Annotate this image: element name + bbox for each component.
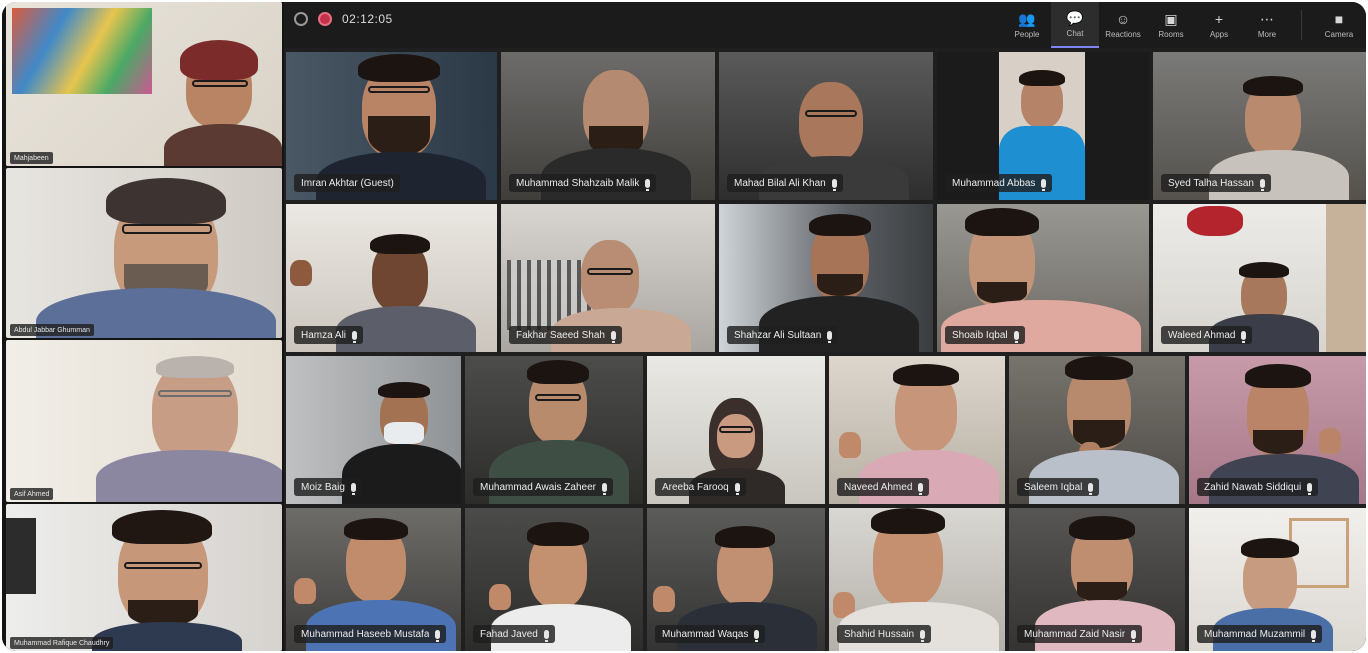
participant-tile[interactable]: Mahjabeen <box>6 2 282 166</box>
mic-icon <box>1041 178 1047 191</box>
apps-button[interactable]: + Apps <box>1195 2 1243 48</box>
pinned-participants-panel: Mahjabeen Abdul Jabbar Ghumman Asif Ahme… <box>2 2 284 651</box>
mic-icon <box>754 629 760 642</box>
mic-icon <box>1241 330 1247 343</box>
participant-tile[interactable]: Asif Ahmed <box>6 340 282 502</box>
chat-button[interactable]: 💬 Chat <box>1051 2 1099 48</box>
participant-tile[interactable]: Muhammad Zaid Nasir <box>1009 508 1185 651</box>
toolbar-divider <box>1301 10 1302 40</box>
mic-icon <box>831 178 837 191</box>
participant-tile[interactable]: Syed Talha Hassan <box>1153 52 1366 200</box>
mic-icon <box>920 629 926 642</box>
participant-tile[interactable]: Fakhar Saeed Shah <box>501 204 715 352</box>
participant-name-tag: Muhammad Waqas <box>655 625 766 643</box>
participant-name-tag: Shahzar Ali Sultaan <box>727 326 839 344</box>
participant-name-tag: Zahid Nawab Siddiqui <box>1197 478 1319 496</box>
participant-name-tag: Muhammad Zaid Nasir <box>1017 625 1143 643</box>
mic-icon <box>1013 330 1019 343</box>
participant-name-tag: Muhammad Awais Zaheer <box>473 478 613 496</box>
participant-name-tag: Muhammad Rafique Chaudhry <box>10 637 114 649</box>
participant-name-tag: Hamza Ali <box>294 326 364 344</box>
participant-tile[interactable]: Shahid Hussain <box>829 508 1005 651</box>
more-icon: ⋯ <box>1260 10 1274 27</box>
apps-icon: + <box>1214 10 1224 27</box>
mic-icon <box>1088 482 1094 495</box>
chat-icon: 💬 <box>1066 9 1084 26</box>
participant-tile[interactable]: Shoaib Iqbal <box>937 204 1149 352</box>
recording-icon <box>318 12 332 26</box>
participant-name-tag: Naveed Ahmed <box>837 478 930 496</box>
participant-name-tag: Mahad Bilal Ali Khan <box>727 174 843 192</box>
camera-icon: ■ <box>1334 10 1344 27</box>
participant-tile[interactable]: Moiz Baig <box>286 356 461 504</box>
participant-tile[interactable]: Muhammad Abbas <box>937 52 1149 200</box>
participant-tile[interactable]: Imran Akhtar (Guest) <box>286 52 497 200</box>
mic-icon <box>918 482 924 495</box>
mic-icon <box>1131 629 1137 642</box>
participant-name-tag: Fahad Javed <box>473 625 555 643</box>
participant-tile[interactable]: Muhammad Haseeb Mustafa <box>286 508 461 651</box>
participant-tile[interactable]: Hamza Ali <box>286 204 497 352</box>
mic-icon <box>1259 178 1265 191</box>
participant-name-tag: Asif Ahmed <box>10 488 54 500</box>
participant-name-tag: Shahid Hussain <box>837 625 932 643</box>
reactions-icon: ☺ <box>1115 10 1131 27</box>
participant-tile[interactable]: Zahid Nawab Siddiqui <box>1189 356 1366 504</box>
participant-tile[interactable]: Waleed Ahmad <box>1153 204 1366 352</box>
participant-tile[interactable]: Mahad Bilal Ali Khan <box>719 52 933 200</box>
participant-tile[interactable]: Naveed Ahmed <box>829 356 1005 504</box>
mic-icon <box>827 330 833 343</box>
participant-name-tag: Imran Akhtar (Guest) <box>294 174 400 192</box>
participant-tile[interactable]: Abdul Jabbar Ghumman <box>6 168 282 338</box>
participant-tile[interactable]: Muhammad Shahzaib Malik <box>501 52 715 200</box>
participant-name-tag: Syed Talha Hassan <box>1161 174 1271 192</box>
participant-name-tag: Moiz Baig <box>294 478 362 496</box>
reactions-button[interactable]: ☺ Reactions <box>1099 2 1147 48</box>
people-button[interactable]: 👥 People <box>1003 2 1051 48</box>
participant-name-tag: Areeba Farooq <box>655 478 746 496</box>
participant-name-tag: Muhammad Abbas <box>945 174 1053 192</box>
participant-name-tag: Muhammad Shahzaib Malik <box>509 174 657 192</box>
participant-tile[interactable]: Muhammad Awais Zaheer <box>465 356 643 504</box>
meeting-timer: 02:12:05 <box>342 12 393 26</box>
mic-icon <box>350 482 356 495</box>
participant-tile[interactable]: Muhammad Rafique Chaudhry <box>6 504 282 651</box>
participant-tile[interactable]: Muhammad Muzammil <box>1189 508 1366 651</box>
participant-name-tag: Waleed Ahmad <box>1161 326 1253 344</box>
rooms-icon: ▣ <box>1164 10 1178 27</box>
people-icon: 👥 <box>1018 10 1036 27</box>
participant-name-tag: Muhammad Muzammil <box>1197 625 1323 643</box>
participant-name-tag: Shoaib Iqbal <box>945 326 1025 344</box>
participant-name-tag: Saleem Iqbal <box>1017 478 1100 496</box>
shield-icon <box>294 12 308 26</box>
meeting-toolbar: 02:12:05 👥 People 💬 Chat ☺ Reactions ▣ Rooms… <box>284 2 1366 48</box>
participant-tile[interactable]: Saleem Iqbal <box>1009 356 1185 504</box>
mic-icon <box>610 330 616 343</box>
more-button[interactable]: ⋯ More <box>1243 2 1291 48</box>
participant-name-tag: Muhammad Haseeb Mustafa <box>294 625 447 643</box>
mic-icon <box>734 482 740 495</box>
rooms-button[interactable]: ▣ Rooms <box>1147 2 1195 48</box>
participant-tile[interactable]: Shahzar Ali Sultaan <box>719 204 933 352</box>
mic-icon <box>1311 629 1317 642</box>
participant-tile[interactable]: Muhammad Waqas <box>647 508 825 651</box>
participant-tile[interactable]: Areeba Farooq <box>647 356 825 504</box>
mic-icon <box>352 330 358 343</box>
mic-icon <box>435 629 441 642</box>
participant-name-tag: Abdul Jabbar Ghumman <box>10 324 94 336</box>
video-call-window: Mahjabeen Abdul Jabbar Ghumman Asif Ahme… <box>2 2 1366 651</box>
mic-icon <box>601 482 607 495</box>
participant-tile[interactable]: Fahad Javed <box>465 508 643 651</box>
mic-icon <box>645 178 651 191</box>
participant-name-tag: Mahjabeen <box>10 152 53 164</box>
camera-button[interactable]: ■ Camera <box>1312 2 1366 48</box>
mic-icon <box>543 629 549 642</box>
mic-icon <box>1307 482 1313 495</box>
participant-name-tag: Fakhar Saeed Shah <box>509 326 622 344</box>
